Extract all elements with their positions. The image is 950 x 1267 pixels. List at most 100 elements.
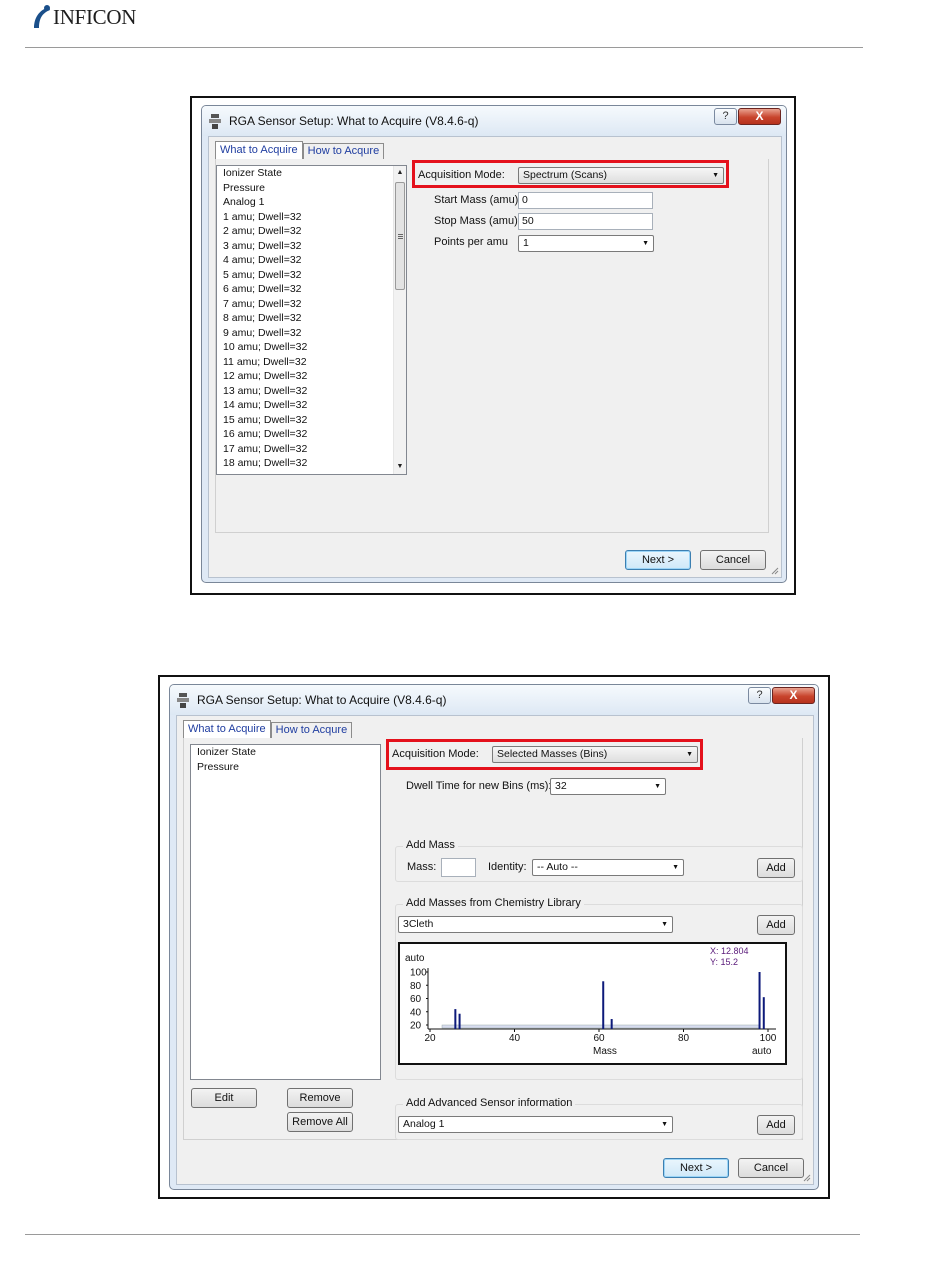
list-item[interactable]: 18 amu; Dwell=32 — [217, 456, 406, 471]
list-item[interactable]: 4 amu; Dwell=32 — [217, 253, 406, 268]
next-button[interactable]: Next > — [663, 1158, 729, 1178]
close-button[interactable]: X — [772, 687, 815, 704]
spectrum-bar — [454, 1009, 457, 1029]
help-button[interactable]: ? — [748, 687, 771, 704]
dwell-time-value: 32 — [555, 780, 567, 792]
list-item[interactable]: 16 amu; Dwell=32 — [217, 427, 406, 442]
add-chemistry-button[interactable]: Add — [757, 915, 795, 935]
tab-panel: Ionizer State Pressure Analog 11 amu; Dwel… — [215, 159, 769, 533]
list-items: Ionizer State Pressure Analog 11 amu; Dwel… — [217, 166, 406, 471]
list-item[interactable]: 2 amu; Dwell=32 — [217, 224, 406, 239]
list-item[interactable]: 17 amu; Dwell=32 — [217, 442, 406, 457]
dialog-client: What to Acquire How to Acqure Ionizer St… — [208, 136, 782, 578]
list-item[interactable]: 7 amu; Dwell=32 — [217, 297, 406, 312]
mass-input[interactable] — [441, 858, 476, 877]
stop-mass-input[interactable]: 50 — [518, 213, 653, 230]
spectrum-bar — [610, 1019, 613, 1029]
x-axis-right-label: auto — [752, 1046, 772, 1057]
spectrum-bar — [602, 981, 605, 1029]
list-item[interactable]: 14 amu; Dwell=32 — [217, 398, 406, 413]
resize-grip-icon[interactable] — [770, 566, 779, 575]
list-item[interactable]: 5 amu; Dwell=32 — [217, 268, 406, 283]
x-tick-label: 80 — [678, 1033, 690, 1044]
screenshot-frame-top: RGA Sensor Setup: What to Acquire (V8.4.… — [190, 96, 796, 595]
edit-button[interactable]: Edit — [191, 1088, 257, 1108]
list-item[interactable]: 8 amu; Dwell=32 — [217, 311, 406, 326]
list-item[interactable]: Ionizer State — [191, 745, 380, 760]
spectrum-bar — [758, 972, 761, 1029]
scroll-up-arrow-icon[interactable]: ▲ — [394, 166, 406, 180]
screenshot-frame-bottom: RGA Sensor Setup: What to Acquire (V8.4.… — [158, 675, 830, 1199]
list-item[interactable]: Ionizer State — [217, 166, 406, 181]
add-advanced-button[interactable]: Add — [757, 1115, 795, 1135]
brand-name: INFICON — [53, 4, 137, 29]
add-mass-button[interactable]: Add — [757, 858, 795, 878]
scroll-thumb[interactable] — [395, 182, 405, 290]
acquire-list[interactable]: Ionizer State Pressure — [190, 744, 381, 1080]
dwell-time-select[interactable]: 32 ▼ — [550, 778, 666, 795]
chemistry-library-select[interactable]: 3Cleth ▼ — [398, 916, 673, 933]
identity-value: -- Auto -- — [537, 861, 578, 873]
add-mass-title: Add Mass — [403, 839, 458, 851]
list-item[interactable]: 9 amu; Dwell=32 — [217, 326, 406, 341]
close-button[interactable]: X — [738, 108, 781, 125]
inficon-logo-icon — [34, 5, 50, 28]
start-mass-input[interactable]: 0 — [518, 192, 653, 209]
stop-mass-label: Stop Mass (amu): — [434, 215, 521, 227]
chemistry-library-title: Add Masses from Chemistry Library — [403, 897, 584, 909]
sensor-app-icon — [209, 114, 221, 129]
list-item[interactable]: Analog 1 — [217, 195, 406, 210]
list-item[interactable]: Pressure — [191, 760, 380, 775]
mass-label: Mass: — [407, 861, 437, 873]
spectrum-bar — [762, 997, 765, 1029]
remove-all-button[interactable]: Remove All — [287, 1112, 353, 1132]
dialog-client: What to Acquire How to Acqure Ionizer St… — [176, 715, 814, 1185]
list-item[interactable]: 11 amu; Dwell=32 — [217, 355, 406, 370]
remove-button[interactable]: Remove — [287, 1088, 353, 1108]
list-item[interactable]: 15 amu; Dwell=32 — [217, 413, 406, 428]
help-button[interactable]: ? — [714, 108, 737, 125]
identity-label: Identity: — [488, 861, 527, 873]
x-axis-label: Mass — [593, 1046, 617, 1057]
dialog-window: RGA Sensor Setup: What to Acquire (V8.4.… — [201, 105, 787, 583]
highlight-box — [386, 739, 703, 770]
dropdown-arrow-icon: ▼ — [661, 1121, 668, 1128]
tab-strip: What to Acquire How to Acqure — [183, 720, 353, 738]
x-tick-label: 20 — [424, 1033, 436, 1044]
y-tick-label: 40 — [410, 1007, 422, 1018]
y-tick-label: 20 — [410, 1021, 422, 1032]
list-item[interactable]: 1 amu; Dwell=32 — [217, 210, 406, 225]
list-item[interactable]: 3 amu; Dwell=32 — [217, 239, 406, 254]
scroll-down-arrow-icon[interactable]: ▼ — [394, 460, 406, 474]
dropdown-arrow-icon: ▼ — [661, 921, 668, 928]
list-items: Ionizer State Pressure — [191, 745, 380, 774]
next-button[interactable]: Next > — [625, 550, 691, 570]
title-bar: RGA Sensor Setup: What to Acquire (V8.4.… — [170, 685, 818, 715]
list-item[interactable]: 6 amu; Dwell=32 — [217, 282, 406, 297]
cancel-button[interactable]: Cancel — [738, 1158, 804, 1178]
list-item[interactable]: 12 amu; Dwell=32 — [217, 369, 406, 384]
cancel-button[interactable]: Cancel — [700, 550, 766, 570]
tab-how-to-acquire[interactable]: How to Acqure — [270, 722, 353, 738]
x-tick-label: 60 — [593, 1033, 605, 1044]
x-tick-label: 100 — [760, 1033, 777, 1044]
list-scrollbar[interactable]: ▲ ▼ — [393, 166, 406, 474]
points-per-amu-select[interactable]: 1 ▼ — [518, 235, 654, 252]
tab-what-to-acquire[interactable]: What to Acquire — [215, 141, 303, 159]
chemistry-library-group: Add Masses from Chemistry Library 3Cleth… — [395, 897, 803, 1080]
dialog-title: RGA Sensor Setup: What to Acquire (V8.4.… — [197, 693, 447, 707]
tab-panel: Ionizer State Pressure Edit Remove Remove… — [183, 738, 803, 1140]
x-tick-label: 40 — [509, 1033, 521, 1044]
advanced-sensor-select[interactable]: Analog 1 ▼ — [398, 1116, 673, 1133]
title-bar: RGA Sensor Setup: What to Acquire (V8.4.… — [202, 106, 786, 136]
acquire-list[interactable]: Ionizer State Pressure Analog 11 amu; Dwel… — [216, 165, 407, 475]
tab-what-to-acquire[interactable]: What to Acquire — [183, 720, 271, 738]
resize-grip-icon[interactable] — [802, 1173, 811, 1182]
dropdown-arrow-icon: ▼ — [672, 864, 679, 871]
identity-select[interactable]: -- Auto -- ▼ — [532, 859, 684, 876]
list-item[interactable]: 13 amu; Dwell=32 — [217, 384, 406, 399]
y-tick-label: 80 — [410, 981, 422, 992]
list-item[interactable]: Pressure — [217, 181, 406, 196]
tab-how-to-acquire[interactable]: How to Acqure — [302, 143, 385, 159]
list-item[interactable]: 10 amu; Dwell=32 — [217, 340, 406, 355]
